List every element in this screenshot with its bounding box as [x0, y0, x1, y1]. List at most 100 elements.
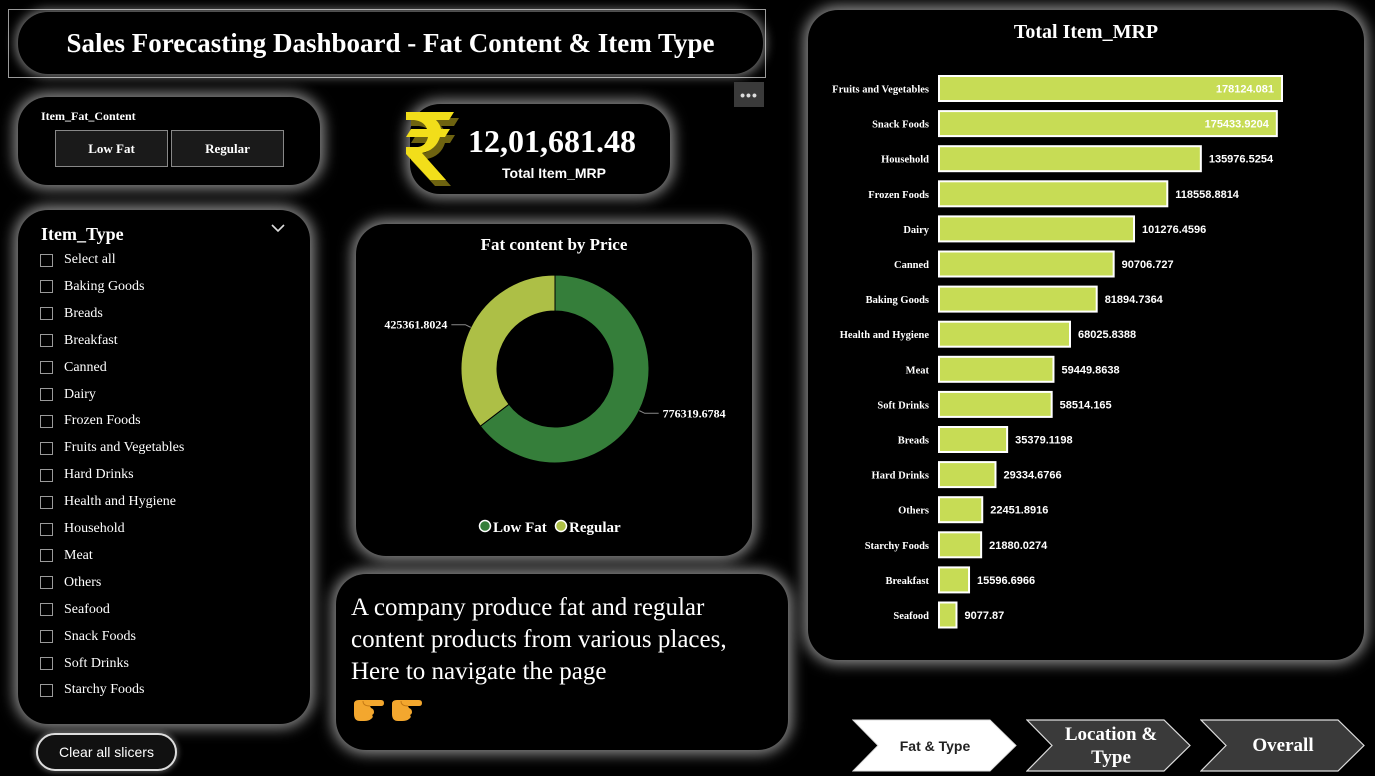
item-type-option-label: Seafood: [64, 601, 110, 617]
item-type-option-label: Household: [64, 521, 125, 536]
leader-line: [451, 324, 471, 328]
item-type-option[interactable]: Others: [40, 573, 101, 593]
checkbox[interactable]: [40, 657, 53, 670]
bar[interactable]: [938, 566, 971, 594]
fat-content-slicer: Item_Fat_Content Low Fat Regular: [18, 97, 320, 185]
checkbox[interactable]: [40, 280, 53, 294]
item-type-header: Item_Type: [41, 224, 124, 244]
bar[interactable]: [938, 496, 984, 524]
item-type-option-label: Breads: [64, 305, 103, 321]
checkbox[interactable]: [40, 683, 53, 697]
checkbox[interactable]: [40, 307, 53, 321]
bar-category-label: Snack Foods: [872, 120, 929, 131]
bar-category-label: Hard Drinks: [872, 471, 929, 482]
bar[interactable]: [938, 180, 1169, 208]
bar-data-label: 21880.0274: [989, 540, 1048, 552]
bar-category-label: Canned: [894, 260, 929, 271]
low-fat-button[interactable]: Low Fat: [55, 130, 168, 167]
item-type-option-label: Hard Drinks: [64, 467, 134, 483]
nav-overall[interactable]: Overall: [1200, 719, 1366, 772]
kpi-caption: Total Item_MRP: [502, 165, 606, 181]
nav-fat-type[interactable]: Fat & Type: [852, 719, 1018, 772]
checkbox[interactable]: [40, 522, 53, 536]
item-type-option-label: Snack Foods: [64, 628, 136, 644]
item-type-option[interactable]: Seafood: [40, 600, 110, 620]
checkbox[interactable]: [40, 361, 53, 375]
bar-data-label: 29334.6766: [1003, 470, 1061, 482]
legend-label[interactable]: Low Fat: [493, 520, 547, 536]
bar-data-label: 118558.8814: [1175, 189, 1240, 201]
legend-marker: [554, 519, 568, 533]
item-type-option-label: Select all: [64, 252, 116, 267]
bar-data-label: 175433.9204: [1205, 119, 1270, 131]
item-type-option[interactable]: Fruits and Vegetables: [40, 438, 184, 458]
legend-label[interactable]: Regular: [569, 520, 621, 536]
donut-data-label: 776319.6784: [663, 406, 726, 420]
bar-data-label: 35379.1198: [1015, 435, 1073, 447]
bar[interactable]: [938, 320, 1071, 348]
checkbox[interactable]: [40, 576, 53, 590]
checkbox[interactable]: [40, 388, 53, 401]
checkbox[interactable]: [40, 414, 53, 428]
checkbox[interactable]: [40, 468, 53, 482]
pointing-hand-icon: [354, 700, 384, 721]
item-type-option[interactable]: Hard Drinks: [40, 465, 134, 485]
checkbox[interactable]: [40, 441, 53, 455]
item-type-option[interactable]: Baking Goods: [40, 277, 145, 297]
description-text: A company produce fat and regular conten…: [351, 594, 727, 685]
more-options-button[interactable]: •••: [734, 82, 764, 107]
bar-category-label: Starchy Foods: [865, 541, 929, 552]
checkbox[interactable]: [40, 334, 53, 348]
item-type-option[interactable]: Breads: [40, 304, 103, 324]
checkbox[interactable]: [40, 549, 53, 563]
bar-category-label: Breakfast: [885, 576, 929, 587]
bar[interactable]: [938, 601, 958, 629]
item-type-option[interactable]: Household: [40, 519, 125, 539]
rupee-icon: [406, 112, 459, 186]
item-type-option[interactable]: Dairy: [40, 385, 96, 405]
bar-data-label: 135976.5254: [1209, 154, 1274, 166]
item-type-option[interactable]: Starchy Foods: [40, 680, 145, 700]
bar-category-label: Breads: [898, 436, 929, 447]
bar[interactable]: [938, 531, 983, 559]
bar[interactable]: [938, 461, 997, 489]
item-type-option[interactable]: Meat: [40, 546, 93, 566]
bar[interactable]: [938, 426, 1009, 453]
bar[interactable]: [938, 390, 1053, 418]
checkbox[interactable]: [40, 253, 53, 267]
bar[interactable]: [938, 145, 1202, 173]
clear-slicers-button[interactable]: Clear all slicers: [36, 733, 177, 771]
regular-button[interactable]: Regular: [171, 130, 284, 167]
item-type-option[interactable]: Soft Drinks: [40, 654, 129, 674]
chevron-down-icon[interactable]: [270, 220, 286, 236]
item-type-option-label: Breakfast: [64, 332, 118, 348]
bar[interactable]: [938, 215, 1136, 243]
nav-location-type[interactable]: Location & Type: [1026, 719, 1192, 772]
donut-slice-regular[interactable]: [460, 274, 556, 427]
description-card: A company produce fat and regular conten…: [336, 574, 788, 750]
bar-category-label: Others: [898, 506, 929, 517]
pointing-hand-icon: [392, 700, 422, 721]
item-type-option[interactable]: Health and Hygiene: [40, 492, 176, 512]
page-title: Sales Forecasting Dashboard - Fat Conten…: [18, 12, 763, 74]
item-type-option-label: Soft Drinks: [64, 655, 129, 671]
bar[interactable]: [938, 355, 1055, 383]
item-type-option[interactable]: Frozen Foods: [40, 411, 141, 431]
bar-category-label: Baking Goods: [866, 295, 929, 306]
bar[interactable]: [938, 285, 1098, 313]
legend-marker: [478, 519, 492, 533]
nav-location-type-label: Location & Type: [1064, 723, 1158, 768]
checkbox[interactable]: [40, 603, 53, 617]
item-type-option[interactable]: Snack Foods: [40, 627, 136, 647]
checkbox[interactable]: [40, 495, 53, 509]
bar-category-label: Frozen Foods: [868, 190, 929, 201]
item-type-option[interactable]: Select all: [40, 250, 116, 270]
item-type-option[interactable]: Breakfast: [40, 331, 118, 351]
bar[interactable]: [938, 250, 1115, 278]
total-mrp-card: 12,01,681.48 Total Item_MRP: [406, 104, 670, 194]
bar-data-label: 178124.081: [1216, 84, 1274, 96]
item-type-option[interactable]: Canned: [40, 358, 107, 378]
bar-category-label: Household: [881, 155, 929, 166]
leader-line: [639, 410, 659, 414]
checkbox[interactable]: [40, 630, 53, 644]
